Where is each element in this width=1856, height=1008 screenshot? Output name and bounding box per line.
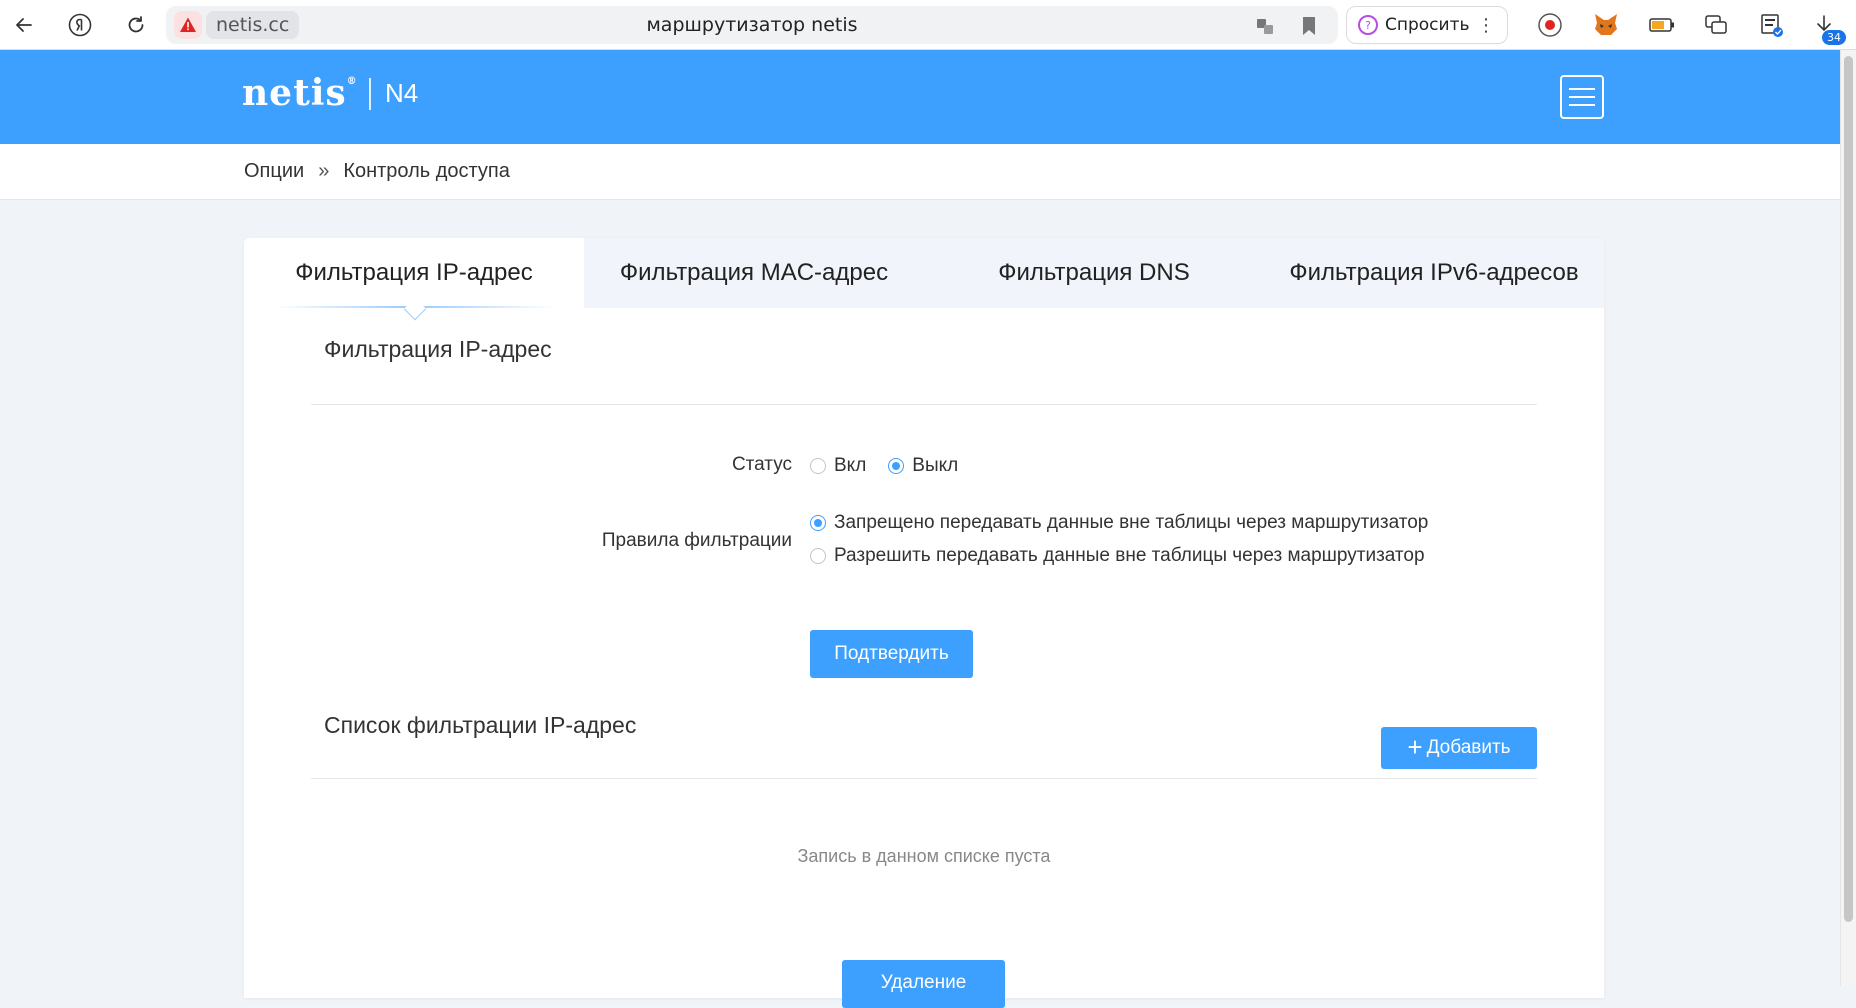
tab-label: Фильтрация MAC-адрес: [619, 259, 889, 286]
access-control-card: Фильтрация IP-адрес Фильтрация MAC-адрес…: [244, 238, 1604, 1008]
scrollbar-thumb[interactable]: [1844, 56, 1853, 922]
filter-rules-label: Правила фильтрации: [601, 530, 792, 551]
tab-dns-filter[interactable]: Фильтрация DNS: [924, 238, 1264, 308]
netis-logo[interactable]: netis®: [242, 72, 358, 114]
translate-icon[interactable]: [1254, 15, 1276, 37]
arrow-left-icon: [16, 18, 32, 32]
ask-assistant-label: Спросить: [1385, 15, 1470, 35]
rule-deny-option: Запрещено передавать данные вне таблицы …: [810, 512, 1428, 534]
active-tab-caret-icon: [403, 297, 427, 321]
status-off-radio[interactable]: [888, 458, 905, 474]
confirm-button-label: Подтвердить: [834, 643, 949, 664]
router-model: N4: [385, 78, 419, 108]
tab-ipv6-filter[interactable]: Фильтрация IPv6-адресов: [1264, 238, 1604, 308]
rule-deny-radio[interactable]: [810, 515, 826, 531]
list-section-title: Список фильтрации IP-адрес: [324, 712, 637, 738]
insecure-warning-icon[interactable]: [174, 11, 202, 39]
rule-allow-label[interactable]: Разрешить передавать данные вне таблицы …: [834, 545, 1425, 567]
reload-icon: [128, 16, 144, 33]
registered-mark: ®: [346, 76, 358, 87]
confirm-button[interactable]: Подтвердить: [810, 630, 973, 678]
browser-toolbar: netis.cc маршрутизатор netis ? Спросить …: [0, 0, 1856, 50]
hamburger-menu-button[interactable]: [1560, 75, 1604, 119]
breadcrumb: Опции » Контроль доступа: [244, 160, 510, 183]
status-radio-group: Вкл Выкл: [810, 455, 980, 477]
bookmark-icon[interactable]: [1298, 15, 1320, 37]
yandex-icon: [68, 13, 92, 37]
domain-label[interactable]: netis.cc: [206, 11, 300, 39]
yandex-home-button[interactable]: [64, 9, 96, 41]
back-button[interactable]: [8, 9, 40, 41]
empty-list-message: Запись в данном списке пуста: [797, 846, 1051, 866]
battery-icon[interactable]: [1648, 11, 1676, 39]
menu-line-icon: [1569, 104, 1595, 106]
tab-ip-filter[interactable]: Фильтрация IP-адрес: [244, 238, 584, 321]
status-label: Статус: [731, 454, 792, 475]
rule-deny-label[interactable]: Запрещено передавать данные вне таблицы …: [834, 512, 1428, 534]
tab-label: Фильтрация IP-адрес: [295, 259, 533, 286]
breadcrumb-separator: »: [318, 160, 330, 182]
add-entry-label: Добавить: [1426, 737, 1511, 758]
downloads-icon[interactable]: 34: [1810, 11, 1846, 45]
downloads-count-badge: 34: [1822, 30, 1846, 45]
breadcrumb-current: Контроль доступа: [343, 160, 510, 182]
router-header: netis® N4: [0, 50, 1856, 144]
status-on-radio[interactable]: [810, 458, 826, 474]
logo-text: netis: [242, 72, 347, 114]
breadcrumb-root[interactable]: Опции: [244, 160, 304, 182]
menu-line-icon: [1569, 96, 1595, 98]
svg-text:?: ?: [1365, 19, 1371, 32]
page-title: маршрутизатор netis: [646, 14, 858, 36]
metamask-fox-icon[interactable]: [1592, 11, 1620, 39]
delete-button-label: Удаление: [880, 972, 967, 993]
more-icon[interactable]: ⋮: [1477, 15, 1495, 36]
chat-extension-icon[interactable]: [1702, 11, 1730, 39]
rule-allow-radio[interactable]: [810, 548, 826, 564]
record-extension-icon[interactable]: [1536, 11, 1564, 39]
logo-divider: [369, 78, 371, 110]
page-scrollbar[interactable]: [1840, 50, 1856, 986]
section-divider: [311, 778, 1537, 779]
add-entry-button[interactable]: + Добавить: [1381, 727, 1537, 769]
reload-button[interactable]: [120, 9, 152, 41]
tab-label: Фильтрация DNS: [998, 259, 1190, 286]
filter-section-title: Фильтрация IP-адрес: [324, 336, 552, 362]
ask-assistant-button[interactable]: ? Спросить ⋮: [1346, 6, 1508, 44]
plus-icon: +: [1407, 732, 1423, 762]
delete-button[interactable]: Удаление: [842, 960, 1005, 1008]
tab-label: Фильтрация IPv6-адресов: [1289, 259, 1579, 286]
breadcrumb-bar: Опции » Контроль доступа: [0, 144, 1856, 200]
address-bar[interactable]: netis.cc маршрутизатор netis: [166, 6, 1338, 44]
status-off-label[interactable]: Выкл: [912, 455, 958, 477]
section-divider: [311, 404, 1537, 405]
translate-extension-icon[interactable]: [1758, 11, 1786, 39]
menu-line-icon: [1569, 88, 1595, 90]
tab-mac-filter[interactable]: Фильтрация MAC-адрес: [584, 238, 924, 308]
alice-icon: ?: [1358, 15, 1378, 35]
rule-allow-option: Разрешить передавать данные вне таблицы …: [810, 545, 1425, 567]
filter-tabs: Фильтрация IP-адрес Фильтрация MAC-адрес…: [244, 238, 1604, 321]
status-on-label[interactable]: Вкл: [834, 455, 866, 477]
